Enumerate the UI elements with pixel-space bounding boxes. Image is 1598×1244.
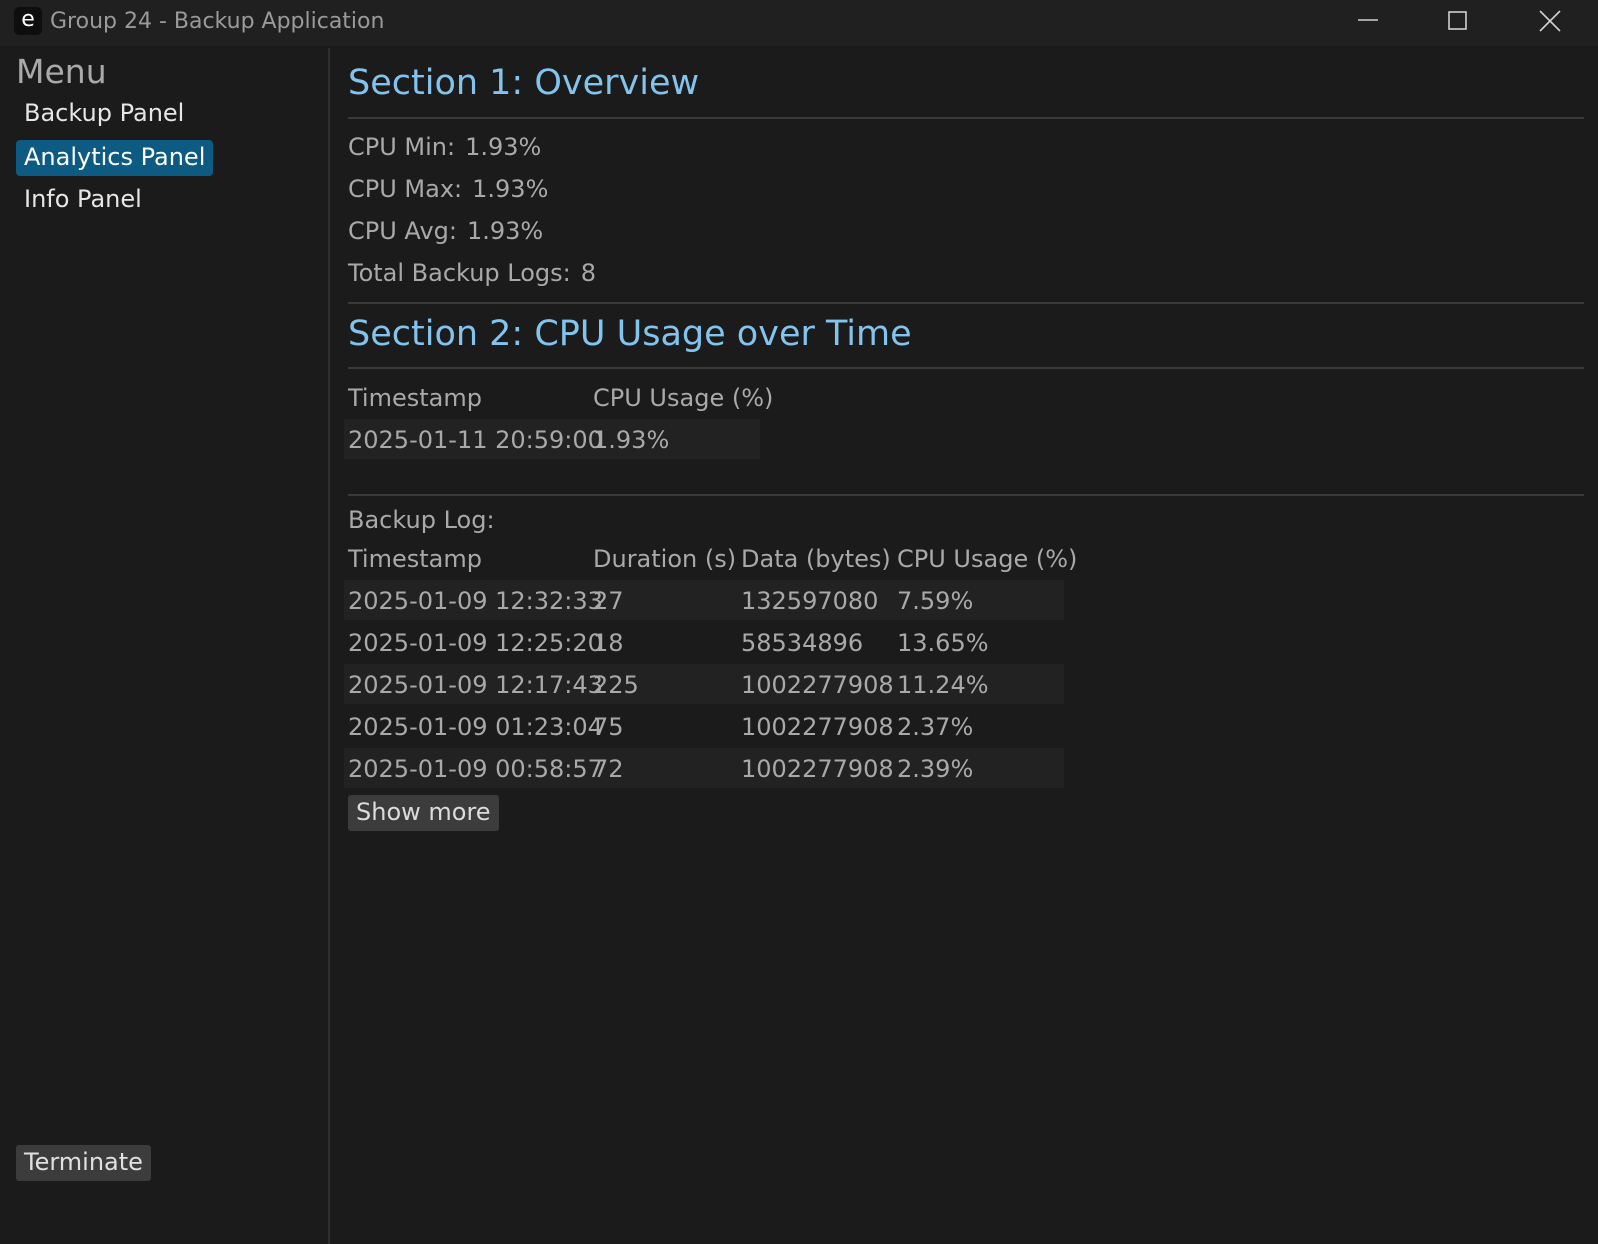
table-cell: 2025-01-09 00:58:57 xyxy=(348,755,603,783)
terminate-button[interactable]: Terminate xyxy=(16,1145,151,1181)
title-bar: e Group 24 - Backup Application xyxy=(0,0,1598,46)
backup-log-title: Backup Log: xyxy=(348,506,495,534)
table-cell: 2025-01-11 20:59:00 xyxy=(348,426,603,454)
stat-label: CPU Max: xyxy=(348,175,463,203)
show-more-button[interactable]: Show more xyxy=(348,795,499,831)
sidebar-item-backup-panel[interactable]: Backup Panel xyxy=(16,96,192,132)
table-cell: 11.24% xyxy=(897,671,989,699)
stat-value: 1.93% xyxy=(465,133,542,161)
table-cell: 2.39% xyxy=(897,755,974,783)
window-title: Group 24 - Backup Application xyxy=(50,9,385,34)
sidebar-item-analytics-panel[interactable]: Analytics Panel xyxy=(16,140,214,176)
sidebar: Menu Backup Panel Analytics Panel Info P… xyxy=(0,48,330,1244)
stat-total-backup-logs: Total Backup Logs: 8 xyxy=(348,256,596,290)
table-cell: 2.37% xyxy=(897,713,974,741)
sidebar-item-info-panel[interactable]: Info Panel xyxy=(16,182,150,218)
table-cell: 1.93% xyxy=(593,426,670,454)
column-header-timestamp: Timestamp xyxy=(348,384,482,412)
section-1-heading: Section 1: Overview xyxy=(348,63,700,103)
table-cell: 2025-01-09 12:32:33 xyxy=(348,587,603,615)
section-2-heading: Section 2: CPU Usage over Time xyxy=(348,314,912,354)
stat-cpu-avg: CPU Avg: 1.93% xyxy=(348,214,543,248)
column-header-timestamp: Timestamp xyxy=(348,545,482,573)
table-cell: 7.59% xyxy=(897,587,974,615)
table-cell: 1002277908 xyxy=(741,713,894,741)
column-header-cpu-usage: CPU Usage (%) xyxy=(593,384,774,412)
table-cell: 225 xyxy=(593,671,639,699)
minimize-button[interactable] xyxy=(1324,0,1414,44)
divider xyxy=(348,117,1584,119)
column-header-cpu-usage: CPU Usage (%) xyxy=(897,545,1078,573)
close-icon xyxy=(1539,10,1561,32)
stat-cpu-max: CPU Max: 1.93% xyxy=(348,172,548,206)
stat-value: 1.93% xyxy=(472,175,549,203)
maximize-button[interactable] xyxy=(1414,0,1504,44)
table-cell: 2025-01-09 12:17:43 xyxy=(348,671,603,699)
stat-label: Total Backup Logs: xyxy=(348,259,571,287)
table-cell: 1002277908 xyxy=(741,671,894,699)
divider xyxy=(348,367,1584,369)
column-header-data-bytes: Data (bytes) xyxy=(741,545,891,573)
table-cell: 13.65% xyxy=(897,629,989,657)
minimize-icon xyxy=(1358,19,1378,21)
table-cell: 132597080 xyxy=(741,587,879,615)
maximize-icon xyxy=(1448,11,1467,30)
divider xyxy=(348,494,1584,496)
table-cell: 58534896 xyxy=(741,629,864,657)
app-icon: e xyxy=(14,7,42,35)
table-cell: 75 xyxy=(593,713,624,741)
menu-title: Menu xyxy=(16,52,107,91)
stat-label: CPU Avg: xyxy=(348,217,457,245)
table-cell: 1002277908 xyxy=(741,755,894,783)
table-cell: 27 xyxy=(593,587,624,615)
table-cell: 18 xyxy=(593,629,624,657)
analytics-panel: Section 1: Overview CPU Min: 1.93% CPU Ma… xyxy=(344,48,1586,1244)
divider xyxy=(348,302,1584,304)
table-cell: 2025-01-09 12:25:20 xyxy=(348,629,603,657)
stat-value: 1.93% xyxy=(466,217,544,245)
table-cell: 72 xyxy=(593,755,624,783)
stat-cpu-min: CPU Min: 1.93% xyxy=(348,130,541,164)
close-button[interactable] xyxy=(1506,0,1596,44)
column-header-duration: Duration (s) xyxy=(593,545,737,573)
table-cell: 2025-01-09 01:23:04 xyxy=(348,713,603,741)
stat-label: CPU Min: xyxy=(348,133,456,161)
stat-value: 8 xyxy=(580,259,597,287)
